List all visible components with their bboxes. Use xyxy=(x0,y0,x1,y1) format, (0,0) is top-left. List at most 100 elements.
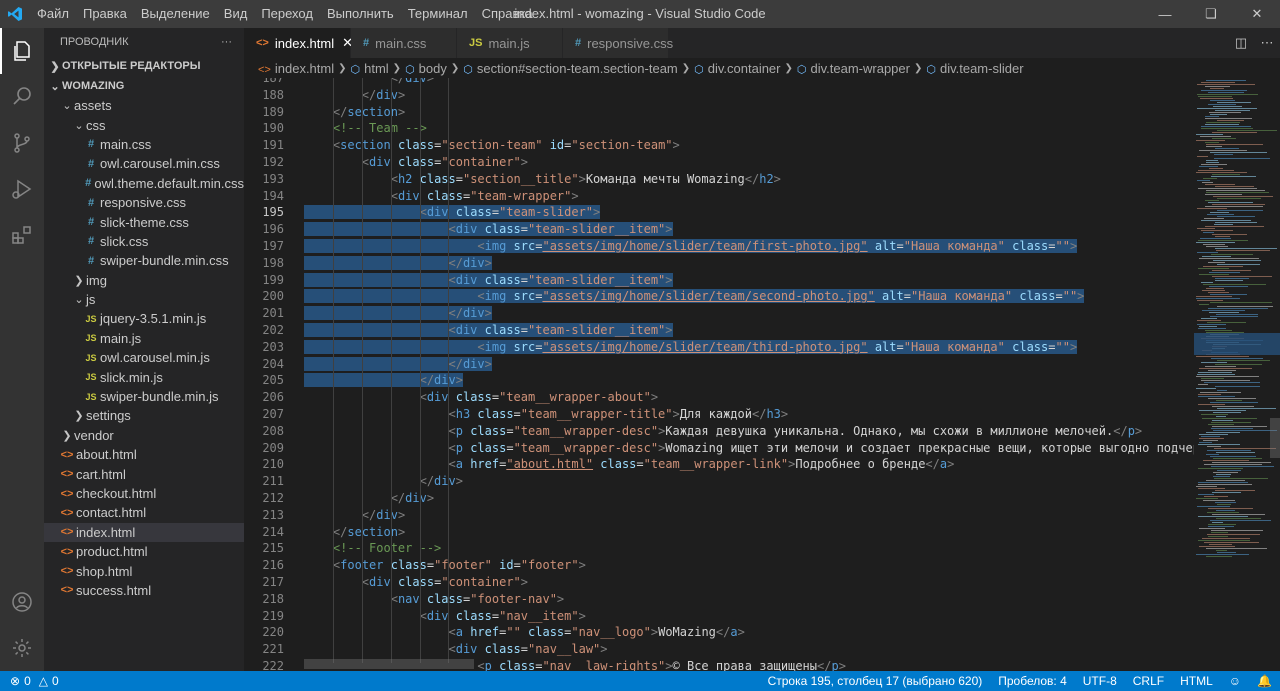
code-line[interactable]: </div> xyxy=(304,372,1194,389)
file-item[interactable]: JS slick.min.js xyxy=(44,367,244,386)
language-mode[interactable]: HTML xyxy=(1172,671,1221,691)
code-line[interactable]: <div class="container"> xyxy=(304,154,1194,171)
breadcrumb-item[interactable]: ⬡ div.team-slider xyxy=(926,61,1023,76)
problems-indicator[interactable]: ⊗ 0 △ 0 xyxy=(0,674,59,688)
code-area[interactable]: </div> </div> </section> <!-- Team --> <… xyxy=(304,78,1194,671)
cursor-position[interactable]: Строка 195, столбец 17 (выбрано 620) xyxy=(760,671,991,691)
file-item[interactable]: JS owl.carousel.min.js xyxy=(44,348,244,367)
folder-item[interactable]: ⌄ js xyxy=(44,290,244,309)
notifications-icon[interactable]: 🔔 xyxy=(1249,671,1280,691)
file-item[interactable]: <> about.html xyxy=(44,445,244,464)
file-item[interactable]: JS jquery-3.5.1.min.js xyxy=(44,309,244,328)
code-line[interactable]: <h2 class="section__title">Команда мечты… xyxy=(304,171,1194,188)
more-actions-icon[interactable]: ⋯ xyxy=(1254,35,1280,51)
encoding[interactable]: UTF-8 xyxy=(1075,671,1125,691)
open-editors-section[interactable]: ❯ ОТКРЫТЫЕ РЕДАКТОРЫ xyxy=(44,56,244,76)
explorer-icon[interactable] xyxy=(0,28,44,74)
menu-item[interactable]: Справка xyxy=(475,0,540,28)
code-line[interactable]: <div class="team__wrapper-about"> xyxy=(304,389,1194,406)
file-item[interactable]: <> index.html xyxy=(44,522,244,542)
file-item[interactable]: JS swiper-bundle.min.js xyxy=(44,387,244,406)
menu-item[interactable]: Терминал xyxy=(401,0,475,28)
indentation[interactable]: Пробелов: 4 xyxy=(990,671,1075,691)
menu-item[interactable]: Выделение xyxy=(134,0,217,28)
more-actions-icon[interactable]: ··· xyxy=(221,36,232,48)
restore-icon[interactable]: ❏ xyxy=(1188,0,1234,28)
code-line[interactable]: <div class="nav__law"> xyxy=(304,641,1194,658)
horizontal-scrollbar[interactable] xyxy=(304,659,474,669)
code-line[interactable]: <a href="" class="nav__logo">WoMazing</a… xyxy=(304,624,1194,641)
line-ending[interactable]: CRLF xyxy=(1125,671,1172,691)
search-icon[interactable] xyxy=(0,74,44,120)
file-item[interactable]: <> product.html xyxy=(44,542,244,561)
code-line[interactable]: </div> xyxy=(304,507,1194,524)
breadcrumb-item[interactable]: ⬡ body xyxy=(405,61,447,76)
folder-item[interactable]: ⌄ css xyxy=(44,115,244,134)
code-line[interactable]: <!-- Team --> xyxy=(304,120,1194,137)
code-line[interactable]: <div class="team-slider__item"> xyxy=(304,322,1194,339)
code-line[interactable]: <img src="assets/img/home/slider/team/fi… xyxy=(304,238,1194,255)
workspace-root-section[interactable]: ⌄ WOMAZING xyxy=(44,76,244,96)
code-line[interactable]: <img src="assets/img/home/slider/team/th… xyxy=(304,339,1194,356)
code-line[interactable]: <img src="assets/img/home/slider/team/se… xyxy=(304,288,1194,305)
file-item[interactable]: <> cart.html xyxy=(44,464,244,483)
run-debug-icon[interactable] xyxy=(0,166,44,212)
code-line[interactable]: <a href="about.html" class="team__wrappe… xyxy=(304,456,1194,473)
file-item[interactable]: # swiper-bundle.min.css xyxy=(44,251,244,270)
code-line[interactable]: </div> xyxy=(304,305,1194,322)
tab-responsive-css[interactable]: # responsive.css xyxy=(563,28,673,58)
file-item[interactable]: # main.css xyxy=(44,135,244,154)
minimap[interactable] xyxy=(1194,78,1280,671)
code-line[interactable]: <div class="nav__item"> xyxy=(304,608,1194,625)
folder-item[interactable]: ⌄ assets xyxy=(44,96,244,115)
menu-item[interactable]: Выполнить xyxy=(320,0,401,28)
code-line[interactable]: </section> xyxy=(304,104,1194,121)
code-line[interactable]: </div> xyxy=(304,78,1194,87)
file-item[interactable]: # owl.carousel.min.css xyxy=(44,154,244,173)
breadcrumb-item[interactable]: ⬡ div.team-wrapper xyxy=(797,61,910,76)
tab-main-css[interactable]: # main.css xyxy=(351,28,457,58)
source-control-icon[interactable] xyxy=(0,120,44,166)
breadcrumb-item[interactable]: ⬡ div.container xyxy=(694,61,780,76)
code-line[interactable]: <div class="team-slider__item"> xyxy=(304,221,1194,238)
code-line[interactable]: <h3 class="team__wrapper-title">Для кажд… xyxy=(304,406,1194,423)
menu-item[interactable]: Правка xyxy=(76,0,134,28)
code-line[interactable]: </div> xyxy=(304,255,1194,272)
folder-item[interactable]: ❯ vendor xyxy=(44,426,244,445)
code-line[interactable]: <div class="team-slider__item"> xyxy=(304,272,1194,289)
code-line[interactable]: <nav class="footer-nav"> xyxy=(304,591,1194,608)
code-line[interactable]: </div> xyxy=(304,356,1194,373)
settings-gear-icon[interactable] xyxy=(0,625,44,671)
folder-item[interactable]: ❯ img xyxy=(44,271,244,290)
code-line[interactable]: </div> xyxy=(304,490,1194,507)
file-item[interactable]: # slick.css xyxy=(44,232,244,251)
code-line[interactable]: </div> xyxy=(304,473,1194,490)
code-line[interactable]: <footer class="footer" id="footer"> xyxy=(304,557,1194,574)
code-line[interactable]: <div class="team-wrapper"> xyxy=(304,188,1194,205)
minimize-icon[interactable]: — xyxy=(1142,0,1188,28)
menu-item[interactable]: Вид xyxy=(217,0,255,28)
code-line[interactable]: <section class="section-team" id="sectio… xyxy=(304,137,1194,154)
tab-main-js[interactable]: JS main.js xyxy=(457,28,563,58)
close-icon[interactable]: ✕ xyxy=(1234,0,1280,28)
file-item[interactable]: # owl.theme.default.min.css xyxy=(44,174,244,193)
extensions-icon[interactable] xyxy=(0,212,44,258)
accounts-icon[interactable] xyxy=(0,579,44,625)
code-editor[interactable]: 187 188 189 190 191 192 193 194 195 196 197 198 199 2… xyxy=(244,78,1194,671)
code-line[interactable]: <p class="team__wrapper-desc">Womazing и… xyxy=(304,440,1195,457)
code-line[interactable]: </div> xyxy=(304,87,1194,104)
code-line[interactable]: <!-- Footer --> xyxy=(304,540,1194,557)
feedback-icon[interactable]: ☺ xyxy=(1221,671,1249,691)
code-line[interactable]: <div class="team-slider"> xyxy=(304,204,1194,221)
code-line[interactable]: <p class="team__wrapper-desc">Каждая дев… xyxy=(304,423,1194,440)
file-item[interactable]: <> checkout.html xyxy=(44,484,244,503)
code-line[interactable]: </section> xyxy=(304,524,1194,541)
file-item[interactable]: # responsive.css xyxy=(44,193,244,212)
code-line[interactable]: <div class="container"> xyxy=(304,574,1194,591)
vertical-scrollbar[interactable] xyxy=(1270,418,1280,458)
menu-item[interactable]: Файл xyxy=(30,0,76,28)
file-item[interactable]: JS main.js xyxy=(44,329,244,348)
split-editor-icon[interactable]: ◫ xyxy=(1228,35,1254,51)
breadcrumb-item[interactable]: ⬡ html xyxy=(351,61,389,76)
breadcrumb-item[interactable]: <> index.html xyxy=(258,61,334,76)
